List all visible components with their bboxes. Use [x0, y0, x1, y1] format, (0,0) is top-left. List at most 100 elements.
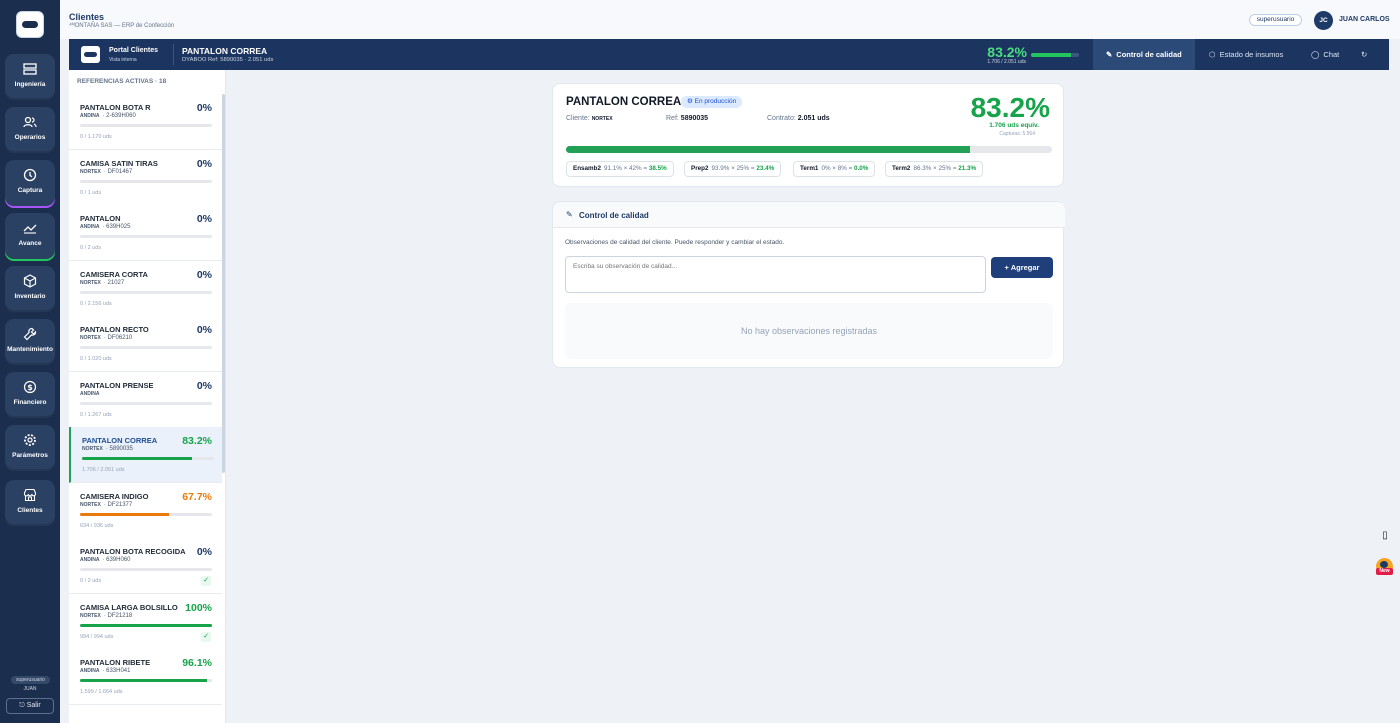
nav-label: Operarios: [14, 134, 46, 141]
reference-percent: 83.2%: [182, 435, 212, 447]
nav-label: Inventario: [14, 293, 46, 300]
tab-control-calidad[interactable]: ✎ Control de calidad: [1093, 39, 1195, 70]
chip-name: Term1: [800, 165, 819, 172]
nav-label: Parámetros: [12, 452, 48, 459]
quality-observation-input[interactable]: [565, 256, 986, 293]
nav-label: Financiero: [13, 399, 47, 406]
gear-icon: [5, 425, 55, 449]
nav-avance[interactable]: Avance: [5, 213, 55, 259]
reference-progress-fill: [82, 457, 192, 460]
chip-name: Ensamb2: [573, 165, 601, 172]
nav-captura[interactable]: Captura: [5, 160, 55, 206]
client-name: ANDINA: [80, 557, 100, 563]
reference-progress-bar: [80, 679, 212, 682]
reference-code-value: 21027: [107, 279, 125, 286]
reference-card[interactable]: CAMISA SATIN TIRAS NORTEX · DF01467 0% 0 / 1…: [69, 149, 222, 206]
reference-card[interactable]: PANTALON PRENSE ANDINA 0% 0 / 1.267 uds: [69, 371, 222, 428]
reference-code-value: 5890035: [109, 446, 133, 452]
avatar[interactable]: JC: [1314, 11, 1333, 30]
reference-card[interactable]: PANTALON CORREA NORTEX · 5890035 83.2% 1.706…: [69, 427, 222, 483]
reference-progress-bar: [80, 179, 212, 183]
client-name: NORTEX: [80, 501, 101, 508]
product-summary-card: PANTALON CORREA ⚙ En producción Cliente:…: [552, 83, 1064, 187]
reference-name: PANTALON BOTA RECOGIDA: [80, 547, 186, 556]
client-name: ANDINA: [80, 668, 100, 674]
tab-estado-insumos[interactable]: ⬡ Estado de insumos: [1209, 39, 1283, 70]
reference-code-value: DF21218: [107, 612, 133, 619]
client-name: NORTEX: [80, 279, 101, 286]
reference-code: · 2-639H060: [102, 113, 136, 119]
reference-percent: 67.7%: [182, 490, 212, 503]
reference-card[interactable]: PANTALON RECTO NORTEX · DF06210 0% 0 / 1.020…: [69, 316, 222, 372]
book-icon[interactable]: ▯: [1378, 529, 1392, 543]
reference-code: · 5890035: [105, 446, 133, 452]
reference-percent: 0%: [196, 213, 212, 225]
product-title: PANTALON CORREA: [566, 96, 682, 108]
tab-chat[interactable]: ◯ Chat: [1311, 39, 1339, 70]
reference-name: PANTALON BOTA R: [80, 103, 151, 112]
reference-quantity: 0 / 1 uds: [80, 189, 102, 196]
pen-icon: ✎: [566, 210, 573, 219]
ref-label: Ref:: [666, 115, 679, 122]
reference-quantity: 0 / 2 uds: [80, 578, 102, 584]
nav-financiero[interactable]: $ Financiero: [5, 372, 55, 418]
reference-meta: NORTEX · DF21218: [80, 613, 132, 619]
portal-title: Portal Clientes: [109, 47, 159, 54]
chat-icon: ◯: [1311, 50, 1320, 59]
client-name: NORTEX: [80, 612, 101, 619]
rail-role-badge: superusuario: [11, 676, 50, 684]
reference-card[interactable]: PANTALON BOTA R ANDINA · 2-639H060 0% 0 / 1.…: [69, 94, 222, 150]
list-scrollbar[interactable]: [222, 94, 225, 473]
reference-name: PANTALON PRENSE: [80, 380, 154, 390]
nav-label: Ingeniería: [14, 81, 46, 88]
reference-card[interactable]: CAMISERA INDIGO NORTEX · DF21377 67.7% 634 /…: [69, 482, 222, 539]
portal-progress-count: 1.706 / 2.051 uds: [987, 59, 1026, 65]
reference-quantity: 994 / 994 uds: [80, 633, 114, 640]
nav-ingenieria[interactable]: Ingeniería: [5, 54, 55, 100]
reference-progress-bar: [80, 235, 212, 238]
reference-progress-bar: [80, 124, 212, 127]
chip-name: Prep2: [691, 165, 709, 172]
reference-progress-bar: [80, 568, 212, 571]
portal-product-meta: DYABOO Ref: 5890035 · 2.051 uds: [182, 57, 274, 63]
logout-button[interactable]: ⎋ Salir: [6, 698, 54, 714]
reference-card[interactable]: PANTALON ANDINA · 639H025 0% 0 / 2 uds: [69, 205, 222, 261]
reference-quantity: 1.599 / 1.664 uds: [80, 689, 123, 695]
reference-card[interactable]: PANTALON BOTA RECOGIDA ANDINA · 639H060 0% 0…: [69, 538, 222, 594]
reference-progress-bar: [80, 346, 212, 349]
reference-card[interactable]: CAMISA LARGA BOLSILLO NORTEX · DF21218 100%…: [69, 593, 222, 650]
quality-title: Control de calidad: [579, 211, 649, 220]
reference-percent: 100%: [185, 601, 212, 614]
reference-meta: ANDINA · 639H060: [80, 557, 130, 563]
client-label: Cliente:: [566, 115, 590, 122]
nav-parametros[interactable]: Parámetros: [5, 425, 55, 471]
ref-value: 5890035: [680, 115, 709, 122]
reference-card[interactable]: CAMISERA CORTA NORTEX · 21027 0% 0 / 2.156 u…: [69, 260, 222, 317]
reference-quantity: 1.706 / 2.051 uds: [82, 467, 125, 473]
nav-mantenimiento[interactable]: Mantenimiento: [5, 319, 55, 365]
user-name[interactable]: JUAN CARLOS: [1339, 16, 1390, 23]
svg-text:$: $: [27, 383, 33, 392]
ruler-icon: [5, 54, 55, 78]
page-title: Clientes: [69, 12, 105, 22]
side-rail: Ingeniería Operarios Captura Avance Inve…: [0, 0, 60, 723]
nav-clientes[interactable]: Clientes: [5, 480, 55, 526]
progress-fill: [566, 146, 971, 153]
nav-operarios[interactable]: Operarios: [5, 107, 55, 153]
portal-bar: Portal Clientes Vista interna PANTALON C…: [69, 39, 1389, 70]
add-observation-button[interactable]: + Agregar: [991, 257, 1053, 278]
contract-value: 2.051 uds: [797, 115, 830, 122]
progress-bar: [566, 146, 1052, 153]
reference-meta: ANDINA · 633H041: [80, 668, 130, 674]
equivalent-units: 1.706 uds equiv.: [989, 122, 1039, 129]
chip-result: 0.0%: [854, 165, 869, 172]
reference-code-value: DF06210: [107, 335, 133, 341]
contract-label: Contrato:: [767, 115, 796, 122]
refresh-button[interactable]: ↻: [1361, 39, 1367, 70]
reference-code: · DF06210: [103, 335, 133, 341]
chip-formula: 0% × 8% =: [821, 165, 853, 172]
reference-code: · DF21218: [103, 612, 133, 619]
nav-inventario[interactable]: Inventario: [5, 266, 55, 312]
reference-meta: NORTEX · DF06210: [80, 335, 132, 341]
reference-card[interactable]: PANTALON RIBETE ANDINA · 633H041 96.1% 1.599…: [69, 649, 222, 705]
